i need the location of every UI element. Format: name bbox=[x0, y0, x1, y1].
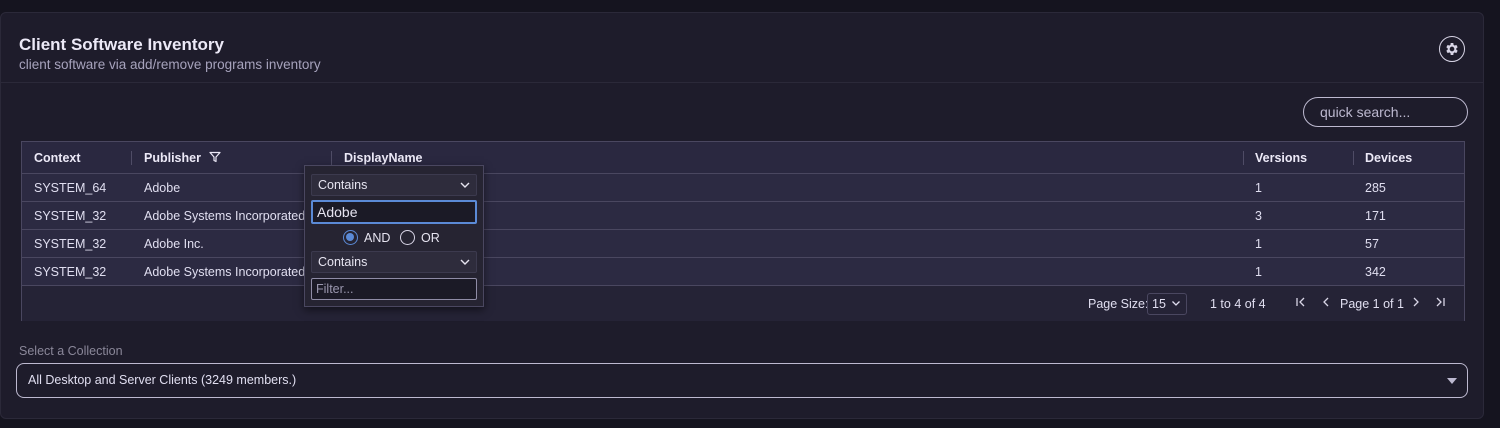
table-row[interactable]: SYSTEM_32 Adobe Inc. 1 57 bbox=[22, 230, 1464, 258]
filter-condition-2-select[interactable]: Contains bbox=[311, 251, 477, 273]
column-header-devices[interactable]: Devices bbox=[1365, 142, 1412, 174]
page-size-label: Page Size: bbox=[1088, 297, 1149, 311]
column-header-publisher-label: Publisher bbox=[144, 151, 201, 165]
card-header: Client Software Inventory client softwar… bbox=[1, 13, 1483, 83]
filter-icon[interactable] bbox=[209, 151, 222, 163]
last-page-icon bbox=[1436, 297, 1445, 307]
page-subtitle: client software via add/remove programs … bbox=[19, 57, 321, 72]
page-indicator: Page 1 of 1 bbox=[1340, 297, 1404, 311]
filter-condition-1-select[interactable]: Contains bbox=[311, 174, 477, 196]
page-title: Client Software Inventory bbox=[19, 35, 224, 54]
cell-versions: 1 bbox=[1255, 237, 1262, 251]
chevron-right-icon bbox=[1413, 297, 1419, 307]
collection-label: Select a Collection bbox=[19, 344, 123, 358]
column-separator[interactable] bbox=[131, 151, 132, 165]
cell-versions: 1 bbox=[1255, 181, 1262, 195]
cell-publisher: Adobe bbox=[144, 181, 181, 195]
next-page-button[interactable] bbox=[1410, 287, 1422, 321]
software-inventory-card: Client Software Inventory client softwar… bbox=[0, 12, 1484, 419]
software-grid: Context Publisher DisplayName Versions D… bbox=[21, 141, 1465, 321]
filter-condition-1-value: Contains bbox=[318, 178, 368, 192]
column-separator[interactable] bbox=[1243, 151, 1244, 165]
first-page-icon bbox=[1296, 297, 1305, 307]
column-separator[interactable] bbox=[331, 151, 332, 165]
cell-versions: 1 bbox=[1255, 265, 1262, 279]
chevron-down-icon bbox=[460, 259, 470, 265]
table-row[interactable]: SYSTEM_32 Adobe Systems Incorporated 3 1… bbox=[22, 202, 1464, 230]
column-header-publisher[interactable]: Publisher bbox=[144, 142, 222, 174]
column-filter-popup: Contains AND OR Contains bbox=[304, 165, 484, 307]
filter-condition-2-value: Contains bbox=[318, 255, 368, 269]
cell-devices: 342 bbox=[1365, 265, 1386, 279]
cell-publisher: Adobe Inc. bbox=[144, 237, 204, 251]
settings-button[interactable] bbox=[1439, 36, 1465, 62]
or-radio[interactable] bbox=[400, 230, 415, 245]
table-row[interactable]: SYSTEM_32 Adobe Systems Incorporated 1 3… bbox=[22, 258, 1464, 286]
gear-icon bbox=[1446, 43, 1458, 55]
page-size-value: 15 bbox=[1152, 297, 1166, 311]
chevron-left-icon bbox=[1323, 297, 1329, 307]
column-header-versions[interactable]: Versions bbox=[1255, 142, 1307, 174]
and-label: AND bbox=[364, 231, 391, 245]
collection-select[interactable]: All Desktop and Server Clients (3249 mem… bbox=[16, 363, 1468, 398]
caret-down-icon bbox=[1447, 378, 1457, 384]
cell-publisher: Adobe Systems Incorporated bbox=[144, 209, 306, 223]
cell-devices: 285 bbox=[1365, 181, 1386, 195]
cell-context: SYSTEM_64 bbox=[34, 181, 107, 195]
cell-devices: 171 bbox=[1365, 209, 1386, 223]
quick-search-input[interactable] bbox=[1303, 97, 1468, 127]
last-page-button[interactable] bbox=[1434, 287, 1446, 321]
cell-context: SYSTEM_32 bbox=[34, 209, 107, 223]
filter-value-1-input[interactable] bbox=[311, 200, 477, 224]
column-separator[interactable] bbox=[1353, 151, 1354, 165]
first-page-button[interactable] bbox=[1295, 287, 1307, 321]
cell-devices: 57 bbox=[1365, 237, 1379, 251]
previous-page-button[interactable] bbox=[1320, 287, 1332, 321]
chevron-down-icon bbox=[460, 182, 470, 188]
page-size-select[interactable]: 15 bbox=[1147, 293, 1187, 315]
row-range: 1 to 4 of 4 bbox=[1210, 297, 1266, 311]
filter-value-2-input[interactable] bbox=[311, 278, 477, 300]
table-row[interactable]: SYSTEM_64 Adobe 1 285 bbox=[22, 174, 1464, 202]
cell-context: SYSTEM_32 bbox=[34, 265, 107, 279]
column-header-context[interactable]: Context bbox=[34, 142, 81, 174]
pagination-bar: Page Size: 15 1 to 4 of 4 Page 1 of 1 bbox=[22, 287, 1464, 321]
grid-header-row: Context Publisher DisplayName Versions D… bbox=[22, 142, 1464, 174]
cell-publisher: Adobe Systems Incorporated bbox=[144, 265, 306, 279]
and-radio[interactable] bbox=[343, 230, 358, 245]
chevron-down-icon bbox=[1172, 301, 1181, 306]
collection-selected-value: All Desktop and Server Clients (3249 mem… bbox=[28, 373, 297, 387]
or-label: OR bbox=[421, 231, 440, 245]
cell-versions: 3 bbox=[1255, 209, 1262, 223]
cell-context: SYSTEM_32 bbox=[34, 237, 107, 251]
